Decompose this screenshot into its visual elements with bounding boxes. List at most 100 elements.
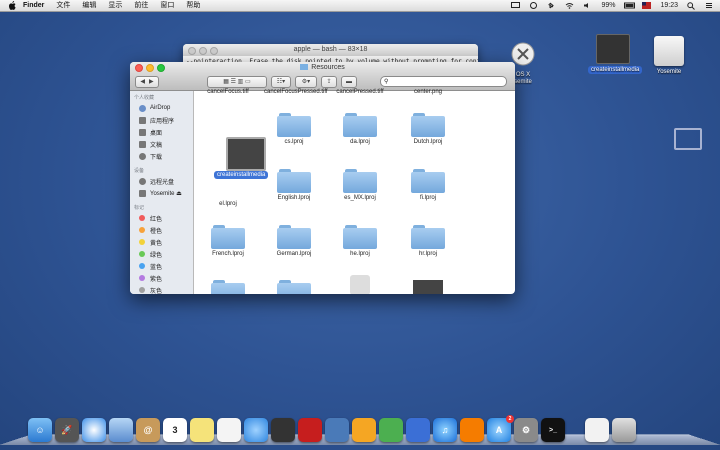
ibooks-icon[interactable] [460,418,484,442]
menu-file[interactable]: 文件 [56,0,70,11]
icon-view-icon[interactable]: ▦ ☰ ▥ ▭ [223,78,250,85]
minimize-button[interactable] [199,47,207,55]
sidebar-tag-yellow[interactable]: 黄色 [130,236,193,248]
file-item[interactable]: cancelFocus.tiff [198,89,258,95]
tags-button[interactable]: ▬ [341,76,357,88]
file-item[interactable]: cancelFocusPressed.tiff [264,89,324,96]
folder-item[interactable]: da.lproj [330,113,390,145]
keynote-icon[interactable] [406,418,430,442]
sidebar-tag-gray[interactable]: 灰色 [130,284,193,294]
folder-item[interactable]: German.lproj [264,225,324,257]
mail-icon[interactable] [109,418,133,442]
sidebar-tag-purple[interactable]: 紫色 [130,272,193,284]
app-store-icon[interactable]: A2 [487,418,511,442]
finder-window[interactable]: Resources ◀ ▶ ▦ ☰ ▥ ▭ ☷▾ ⚙▾ ⇪ ▬ ⚲ 个人收藏 Ai… [130,62,515,294]
folder-item[interactable]: es_MX.lproj [330,169,390,201]
file-item[interactable]: center.png [398,89,458,95]
zoom-button[interactable] [157,64,165,72]
arrange-button[interactable]: ☷▾ [271,76,291,88]
view-mode-buttons[interactable]: ▦ ☰ ▥ ▭ [207,76,267,88]
iphoto-icon[interactable] [325,418,349,442]
folder-item[interactable]: fi.lproj [398,169,458,201]
battery-percent[interactable]: 99% [601,0,615,11]
zoom-button[interactable] [210,47,218,55]
sidebar-tag-blue[interactable]: 蓝色 [130,260,193,272]
share-button[interactable]: ⇪ [321,76,337,88]
itunes-icon[interactable]: ♫ [433,418,457,442]
menu-finder[interactable]: Finder [23,0,44,11]
finder-icon[interactable]: ☺ [28,418,52,442]
close-button[interactable] [188,47,196,55]
battery-icon[interactable] [624,2,633,9]
calendar-icon[interactable]: 3 [163,418,187,442]
facetime-icon[interactable] [271,418,295,442]
sidebar-tag-green[interactable]: 绿色 [130,248,193,260]
notification-center-icon[interactable] [705,2,714,9]
contacts-icon[interactable]: @ [136,418,160,442]
back-arrow-icon[interactable]: ◀ [140,78,145,85]
desktop-icon-faded[interactable] [668,128,708,150]
finder-content[interactable]: cancelFocus.tiff cancelFocusPressed.tiff… [194,91,515,294]
close-button[interactable] [135,64,143,72]
finder-titlebar[interactable]: Resources [130,62,515,73]
launchpad-icon[interactable]: 🚀 [55,418,79,442]
sidebar-tag-orange[interactable]: 橙色 [130,224,193,236]
volume-icon[interactable] [583,2,592,9]
menu-help[interactable]: 帮助 [186,0,200,11]
wifi-icon[interactable] [565,2,574,9]
menu-view[interactable]: 显示 [108,0,122,11]
menu-edit[interactable]: 编辑 [82,0,96,11]
desktop-icon-createinstallmedia[interactable]: createinstallmedia [588,34,638,74]
sidebar-item-airdrop[interactable]: AirDrop [130,102,193,114]
sidebar-item-documents[interactable]: 文稿 [130,138,193,150]
timemachine-icon[interactable] [529,2,538,9]
search-field[interactable]: ⚲ [380,76,507,87]
sidebar-tag-red[interactable]: 红色 [130,212,193,224]
sidebar-item-desktop[interactable]: 桌面 [130,126,193,138]
menu-window[interactable]: 窗口 [160,0,174,11]
system-preferences-icon[interactable]: ⚙ [514,418,538,442]
folder-item[interactable]: French.lproj [198,225,258,257]
airplay-icon[interactable] [511,2,520,9]
folder-item[interactable]: English.lproj [264,169,324,201]
minimize-button[interactable] [146,64,154,72]
notes-icon[interactable] [190,418,214,442]
folder-item[interactable]: hr.lproj [398,225,458,257]
folder-item[interactable]: he.lproj [330,225,390,257]
folder-item[interactable]: el.lproj [198,201,258,207]
file-item[interactable] [398,280,458,294]
terminal-titlebar[interactable]: apple — bash — 83×18 [183,44,478,56]
reminders-icon[interactable] [217,418,241,442]
trash-icon[interactable] [612,418,636,442]
apple-menu-icon[interactable] [8,1,17,10]
folder-item[interactable] [264,280,324,294]
menu-go[interactable]: 前往 [134,0,148,11]
input-flag-icon[interactable] [642,2,651,9]
action-button[interactable]: ⚙▾ [295,76,317,88]
folder-item[interactable]: Dutch.lproj [398,113,458,145]
spotlight-icon[interactable] [687,2,696,9]
pages-icon[interactable] [352,418,376,442]
desktop-icon [139,129,146,136]
back-forward-buttons[interactable]: ◀ ▶ [135,76,159,88]
file-item[interactable] [330,275,390,294]
sidebar-item-applications[interactable]: 应用程序 [130,114,193,126]
desktop-icon-yosemite[interactable]: Yosemite [646,36,692,75]
forward-arrow-icon[interactable]: ▶ [149,78,154,85]
messages-icon[interactable] [244,418,268,442]
dragging-executable-icon[interactable] [226,137,266,171]
bluetooth-icon[interactable] [547,2,556,9]
sidebar-item-remote-disc[interactable]: 远程光盘 [130,175,193,187]
file-item[interactable]: cancelPressed.tiff [330,89,390,95]
clock[interactable]: 19:23 [660,0,678,11]
sidebar-heading-tags: 标记 [130,199,193,212]
numbers-icon[interactable] [379,418,403,442]
photo-booth-icon[interactable] [298,418,322,442]
document-icon[interactable] [585,418,609,442]
sidebar-item-yosemite[interactable]: Yosemite ⏏ [130,187,193,199]
terminal-icon[interactable]: >_ [541,418,565,442]
safari-icon[interactable] [82,418,106,442]
folder-item[interactable]: cs.lproj [264,113,324,145]
folder-item[interactable] [198,280,258,294]
sidebar-item-downloads[interactable]: 下载 [130,150,193,162]
